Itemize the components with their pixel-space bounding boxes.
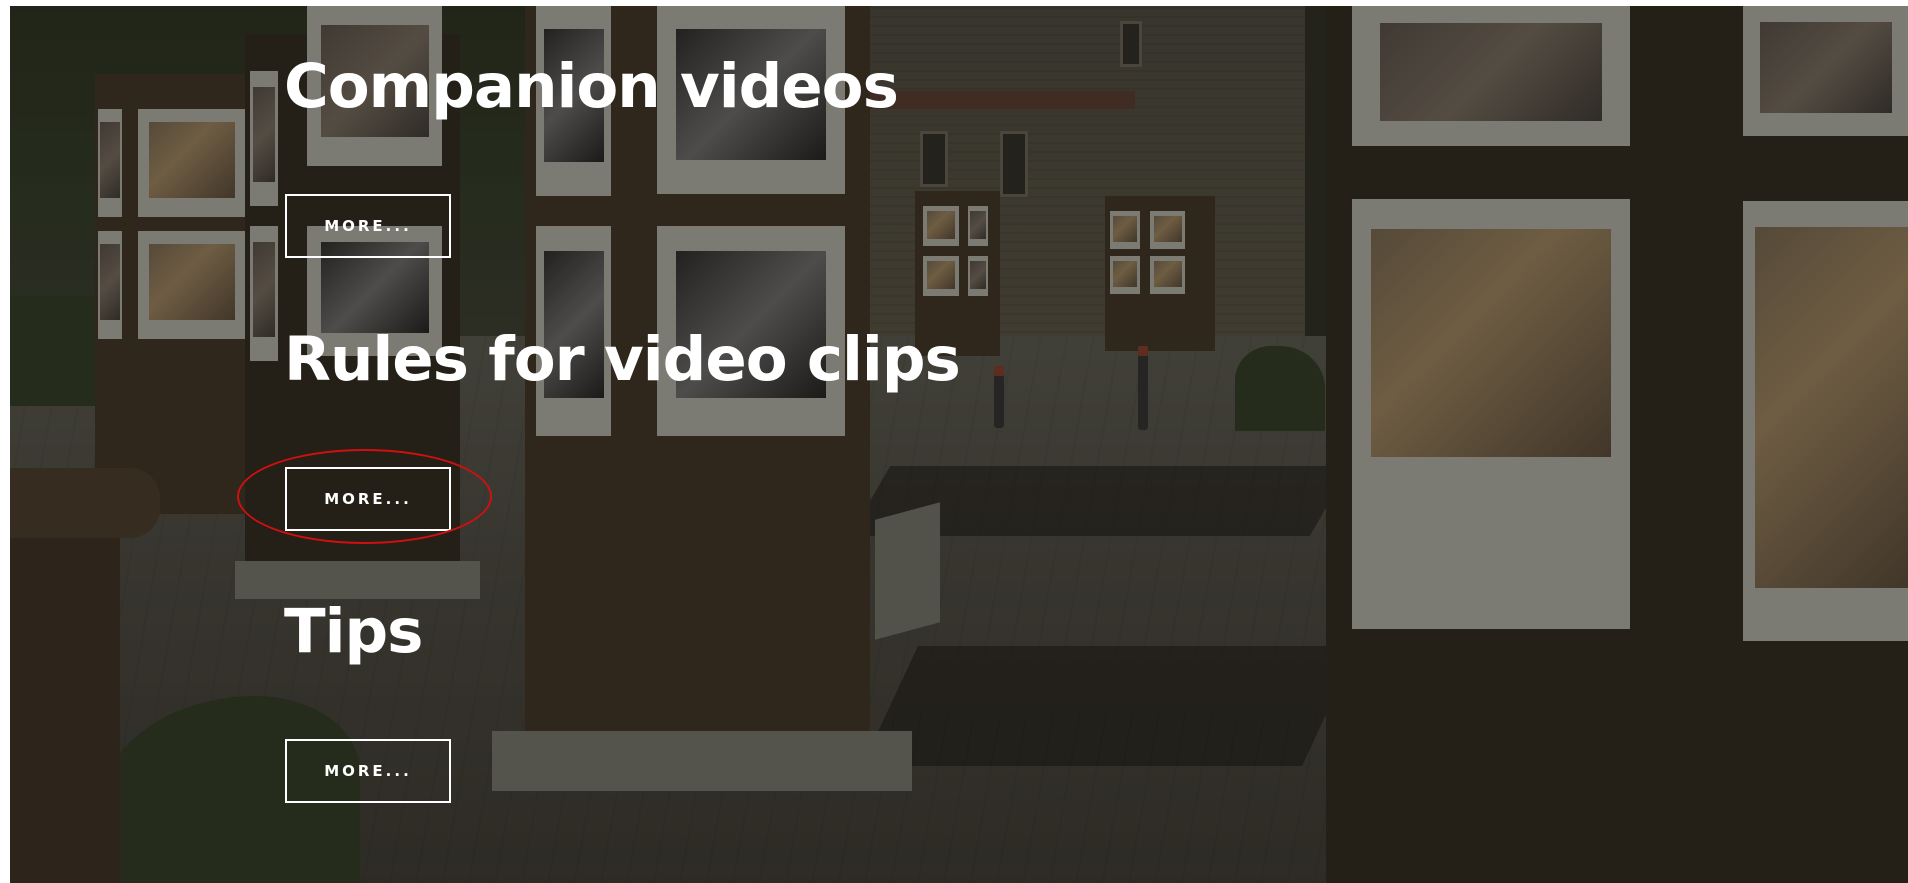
companion-videos-more-button[interactable]: MORE... (285, 194, 451, 258)
section-heading-companion-videos: Companion videos (284, 51, 899, 122)
tips-more-button[interactable]: MORE... (285, 739, 451, 803)
section-heading-rules-for-video-clips: Rules for video clips (284, 324, 961, 395)
section-list: Companion videos MORE... Rules for video… (10, 6, 1908, 883)
hero-section: Companion videos MORE... Rules for video… (10, 6, 1908, 883)
section-heading-tips: Tips (284, 596, 423, 667)
rules-for-video-clips-more-button[interactable]: MORE... (285, 467, 451, 531)
